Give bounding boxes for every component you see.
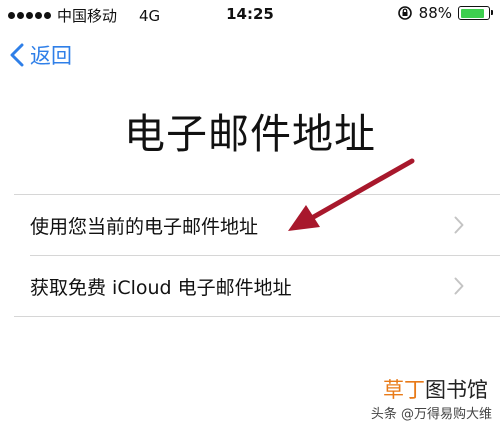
option-label: 获取免费 iCloud 电子邮件地址: [30, 276, 292, 299]
chevron-left-icon: [10, 43, 24, 67]
back-label: 返回: [30, 44, 72, 68]
chevron-right-icon: [454, 277, 464, 295]
watermark-source-prefix: 头条: [370, 407, 397, 422]
status-bar: 中国移动 4G 14:25 88%: [0, 0, 500, 30]
watermark-brand-orange: 草丁: [383, 378, 425, 402]
page-title: 电子邮件地址: [124, 110, 376, 158]
battery-level: [460, 8, 485, 18]
watermark-source: 头条 @万得易购大维: [371, 403, 492, 422]
get-icloud-email-option[interactable]: 获取免费 iCloud 电子邮件地址: [14, 256, 500, 316]
chevron-right-icon: [454, 216, 464, 234]
watermark-brand: 草丁图书馆: [383, 374, 488, 404]
annotation-arrow-icon: [288, 158, 415, 231]
rotation-lock-icon: [397, 5, 413, 21]
list-divider: [14, 316, 500, 317]
option-label: 使用您当前的电子邮件地址: [30, 215, 259, 238]
email-options-list: 使用您当前的电子邮件地址 获取免费 iCloud 电子邮件地址: [14, 194, 500, 317]
watermark-source-name: @万得易购大维: [400, 407, 492, 422]
watermark: 草丁图书馆 头条 @万得易购大维: [362, 374, 492, 422]
watermark-brand-dark: 图书馆: [425, 378, 488, 402]
back-button[interactable]: 返回: [10, 40, 72, 70]
battery-icon: [458, 6, 493, 20]
battery-percent: 88%: [418, 4, 452, 22]
use-current-email-option[interactable]: 使用您当前的电子邮件地址: [14, 195, 500, 255]
status-right: 88%: [397, 4, 493, 22]
